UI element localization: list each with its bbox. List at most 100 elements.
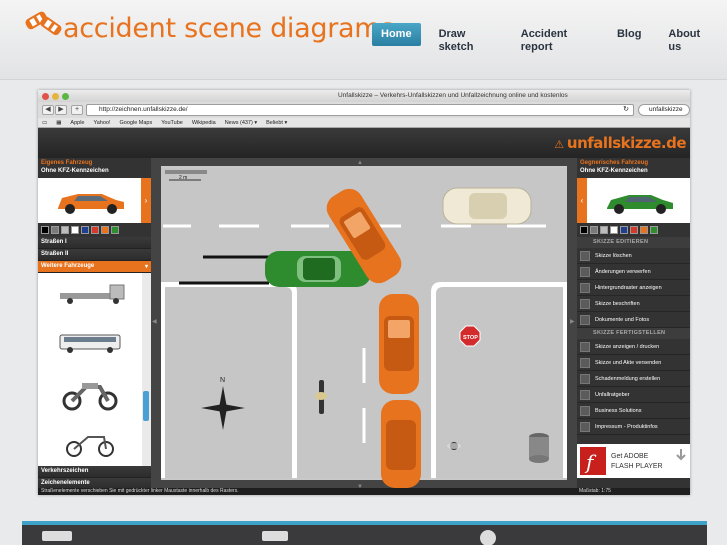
forward-arrow-icon[interactable]: ▶ xyxy=(55,105,67,115)
color-swatch-red[interactable] xyxy=(91,226,99,234)
trash-can-icon[interactable] xyxy=(529,433,549,463)
color-swatch-silver[interactable] xyxy=(61,226,69,234)
bookmark-wikipedia[interactable]: Wikipedia xyxy=(192,120,216,126)
action-schadenmeldung[interactable]: Schadenmeldung erstellen xyxy=(577,371,690,387)
other-vehicle-title: Gegnerisches Fahrzeug xyxy=(580,160,649,166)
add-bookmark-icon[interactable]: + xyxy=(71,105,83,115)
color-swatch-orange-selected[interactable] xyxy=(101,226,109,234)
browser-search-field[interactable]: unfallskizze xyxy=(638,104,690,116)
action-raster-anzeigen[interactable]: Hintergrundraster anzeigen xyxy=(577,280,690,296)
bottom-content-strip xyxy=(22,521,707,545)
orange-car-icon xyxy=(58,194,124,214)
color-swatch-red[interactable] xyxy=(630,226,638,234)
menu-weitere-fahrzeuge[interactable]: Weitere Fahrzeuge ▾ xyxy=(38,261,151,273)
section-skizze-editieren: SKIZZE EDITIEREN xyxy=(577,237,690,248)
vehicle-list-graphics xyxy=(59,273,151,466)
guide-book-icon xyxy=(580,389,590,400)
orange-car-2[interactable] xyxy=(379,294,419,394)
bus-icon[interactable] xyxy=(59,334,121,353)
nav-draw-sketch[interactable]: Draw sketch xyxy=(430,23,503,53)
action-dokumente-fotos[interactable]: Dokumente und Fotos xyxy=(577,312,690,328)
status-bar: Straßenelemente verschieben Sie mit gedr… xyxy=(38,488,690,495)
color-swatch-black[interactable] xyxy=(41,226,49,234)
bookmark-apple[interactable]: Apple xyxy=(70,120,84,126)
action-anzeigen-drucken[interactable]: Skizze anzeigen / drucken xyxy=(577,339,690,355)
section-skizze-fertigstellen: SKIZZE FERTIGSTELLEN xyxy=(577,328,690,339)
nav-about-us[interactable]: About us xyxy=(659,23,718,53)
other-vehicle-preview[interactable]: ‹ xyxy=(577,178,690,223)
maximize-window-icon[interactable] xyxy=(62,93,69,100)
bookmark-google-maps[interactable]: Google Maps xyxy=(120,120,153,126)
nav-accident-report[interactable]: Accident report xyxy=(512,23,599,53)
orange-car-3[interactable] xyxy=(381,400,421,488)
flash-line2: FLASH PLAYER xyxy=(611,463,663,470)
sketch-drawing[interactable]: 2 m STOP N ▲ ▼ ◀ ▶ xyxy=(151,158,577,490)
status-hint: Straßenelemente verschieben Sie mit gedr… xyxy=(41,488,239,494)
action-unfallratgeber[interactable]: Unfallratgeber xyxy=(577,387,690,403)
action-versenden[interactable]: Skizze und Akte versenden xyxy=(577,355,690,371)
color-swatch-blue[interactable] xyxy=(620,226,628,234)
own-vehicle-title: Eigenes Fahrzeug xyxy=(41,160,93,166)
next-vehicle-arrow-icon[interactable]: › xyxy=(141,178,151,223)
nav-blog[interactable]: Blog xyxy=(608,23,650,46)
action-impressum[interactable]: Impressum - Produktinfos xyxy=(577,419,690,435)
color-swatch-gray[interactable] xyxy=(51,226,59,234)
menu-strassen-2[interactable]: Straßen II xyxy=(38,249,151,261)
action-skizze-loeschen[interactable]: Skizze löschen xyxy=(577,248,690,264)
close-window-icon[interactable] xyxy=(42,93,49,100)
menu-weitere-fahrzeuge-label: Weitere Fahrzeuge xyxy=(41,263,95,269)
color-swatch-orange[interactable] xyxy=(640,226,648,234)
delete-sketch-icon xyxy=(580,250,590,261)
browser-titlebar: Unfallskizze – Verkehrs-Unfallskizzen un… xyxy=(38,90,690,102)
bookmark-beliebt[interactable]: Beliebt ▾ xyxy=(266,120,287,126)
back-arrow-icon[interactable]: ◀ xyxy=(42,105,54,115)
scroll-left-icon[interactable]: ◀ xyxy=(152,319,157,325)
top-sites-grid-icon[interactable]: ▦ xyxy=(56,120,61,126)
truck-icon[interactable] xyxy=(60,284,125,304)
text-label-icon xyxy=(580,298,590,309)
previous-vehicle-arrow-icon[interactable]: ‹ xyxy=(577,178,587,223)
color-swatch-gray[interactable] xyxy=(590,226,598,234)
moped-icon[interactable] xyxy=(66,436,114,457)
app-logo[interactable]: ⚠ unfallskizze.de xyxy=(554,134,686,152)
motorcycle-icon[interactable] xyxy=(62,383,118,411)
reload-icon[interactable]: ↻ xyxy=(623,105,629,115)
scroll-right-icon[interactable]: ▶ xyxy=(570,319,575,325)
bookmark-yahoo[interactable]: Yahoo! xyxy=(93,120,110,126)
reading-list-icon[interactable]: ▭ xyxy=(42,120,47,126)
color-swatch-green[interactable] xyxy=(111,226,119,234)
bookmark-youtube[interactable]: YouTube xyxy=(161,120,183,126)
nav-home[interactable]: Home xyxy=(372,23,421,46)
left-sidebar: Eigenes Fahrzeug Ohne KFZ-Kennzeichen › xyxy=(38,158,151,490)
other-vehicle-colors xyxy=(577,223,690,237)
menu-strassen-1[interactable]: Straßen I xyxy=(38,237,151,249)
stop-sign-text: STOP xyxy=(463,335,478,341)
color-swatch-blue[interactable] xyxy=(81,226,89,234)
download-arrow-icon xyxy=(676,449,686,461)
compass-n-label: N xyxy=(220,377,225,384)
color-swatch-white[interactable] xyxy=(610,226,618,234)
bookmark-news[interactable]: News (437) ▾ xyxy=(225,120,257,126)
stop-sign[interactable]: STOP xyxy=(459,325,481,347)
own-vehicle-preview[interactable]: › xyxy=(38,178,151,223)
action-business-solutions[interactable]: Business Solutions xyxy=(577,403,690,419)
crashed-cars-logo-icon[interactable] xyxy=(22,6,66,40)
action-aenderungen-verwerfen[interactable]: Änderungen verwerfen xyxy=(577,264,690,280)
minimize-window-icon[interactable] xyxy=(52,93,59,100)
menu-verkehrszeichen[interactable]: Verkehrszeichen xyxy=(38,466,151,478)
vehicle-list-scrollbar[interactable] xyxy=(143,391,149,421)
search-field-text: unfallskizze xyxy=(649,106,683,113)
crash-cars-small-icon: ⚠ xyxy=(554,138,567,151)
color-swatch-silver[interactable] xyxy=(600,226,608,234)
address-bar[interactable]: http://zeichnen.unfallskizze.de/ ↻ xyxy=(86,104,634,116)
color-swatch-black[interactable] xyxy=(580,226,588,234)
color-swatch-white[interactable] xyxy=(71,226,79,234)
sketch-canvas[interactable]: 2 m STOP N ▲ ▼ ◀ ▶ xyxy=(151,158,577,490)
beige-car[interactable] xyxy=(442,187,532,225)
action-skizze-beschriften[interactable]: Skizze beschriften xyxy=(577,296,690,312)
get-flash-player-banner[interactable]: f Get ADOBE FLASH PLAYER xyxy=(577,444,690,478)
site-logo-text[interactable]: accident scene diagrams xyxy=(63,13,394,44)
scroll-up-icon[interactable]: ▲ xyxy=(357,160,363,166)
color-swatch-green-selected[interactable] xyxy=(650,226,658,234)
browser-screenshot: Unfallskizze – Verkehrs-Unfallskizzen un… xyxy=(38,90,690,495)
